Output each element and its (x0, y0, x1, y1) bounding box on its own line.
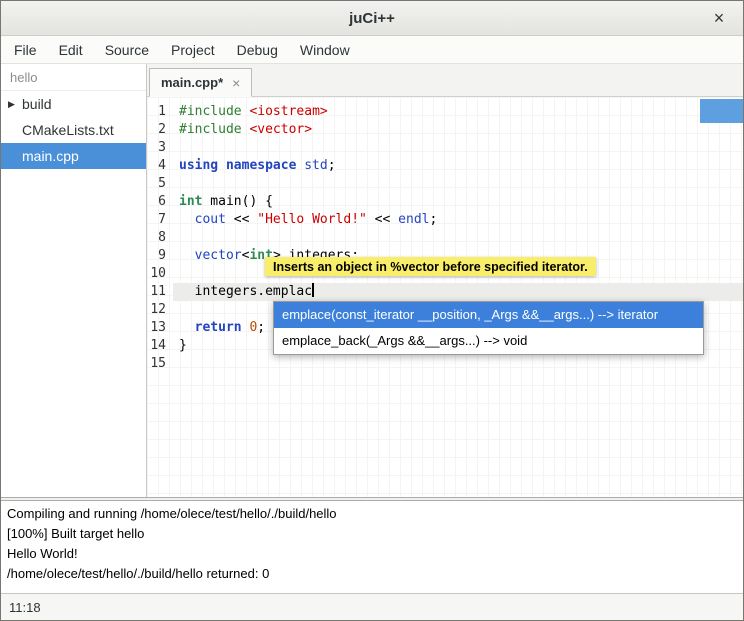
text-cursor (312, 283, 314, 297)
line-number: 14 (147, 337, 173, 355)
code-line-text: int main() { (173, 193, 743, 211)
menu-source[interactable]: Source (94, 36, 160, 63)
tab-main-cpp-[interactable]: main.cpp* × (149, 68, 252, 97)
code-line: 11 integers.emplac (147, 283, 743, 301)
code-line: 1#include <iostream> (147, 103, 743, 121)
line-number: 5 (147, 175, 173, 193)
code-line: 2#include <vector> (147, 121, 743, 139)
code-line: 3 (147, 139, 743, 157)
code-editor[interactable]: 1#include <iostream>2#include <vector>34… (147, 97, 743, 497)
window-titlebar: juCi++ × (1, 1, 743, 36)
terminal-output[interactable]: Compiling and running /home/olece/test/h… (1, 501, 743, 593)
code-line-text (173, 229, 743, 247)
code-line-text (173, 175, 743, 193)
code-line-text: integers.emplac (173, 283, 743, 301)
scrollbar-thumb[interactable] (700, 99, 743, 123)
line-number: 12 (147, 301, 173, 319)
menu-debug[interactable]: Debug (226, 36, 289, 63)
sidebar-item-main-cpp[interactable]: main.cpp (1, 143, 146, 169)
tree-item-label: main.cpp (22, 148, 79, 164)
file-tree: ▶build CMakeLists.txt main.cpp (1, 91, 146, 169)
window-title: juCi++ (349, 10, 395, 27)
line-number: 15 (147, 355, 173, 373)
menu-window[interactable]: Window (289, 36, 361, 63)
status-bar: 11:18 (1, 593, 743, 620)
tree-item-label: CMakeLists.txt (22, 122, 114, 138)
autocomplete-popup: emplace(const_iterator __position, _Args… (273, 301, 704, 355)
code-line-text (173, 139, 743, 157)
line-number: 11 (147, 283, 173, 301)
editor-column: main.cpp* × 1#include <iostream>2#include… (147, 64, 743, 497)
app-window: juCi++ × FileEditSourceProjectDebugWindo… (0, 0, 744, 621)
menu-project[interactable]: Project (160, 36, 226, 63)
terminal-line: [100%] Built target hello (7, 524, 737, 544)
menubar: FileEditSourceProjectDebugWindow (1, 36, 743, 64)
sidebar-item-cmakelists-txt[interactable]: CMakeLists.txt (1, 117, 146, 143)
code-line: 15 (147, 355, 743, 373)
cursor-position: 11:18 (9, 600, 41, 615)
code-line-text: cout << "Hello World!" << endl; (173, 211, 743, 229)
tree-item-label: build (22, 96, 52, 112)
code-line: 8 (147, 229, 743, 247)
terminal-line: Hello World! (7, 544, 737, 564)
code-line: 7 cout << "Hello World!" << endl; (147, 211, 743, 229)
menu-file[interactable]: File (3, 36, 48, 63)
tab-bar: main.cpp* × (147, 64, 743, 97)
sidebar-item-build[interactable]: ▶build (1, 91, 146, 117)
tab-label: main.cpp* (161, 75, 223, 90)
line-number: 6 (147, 193, 173, 211)
code-line: 4using namespace std; (147, 157, 743, 175)
code-line: 6int main() { (147, 193, 743, 211)
terminal-line: /home/olece/test/hello/./build/hello ret… (7, 564, 737, 584)
main-area: hello ▶build CMakeLists.txt main.cpp main.… (1, 64, 743, 497)
close-tab-icon[interactable]: × (232, 75, 240, 91)
line-number: 1 (147, 103, 173, 121)
close-window-icon[interactable]: × (705, 1, 733, 36)
file-sidebar: hello ▶build CMakeLists.txt main.cpp (1, 64, 147, 497)
line-number: 2 (147, 121, 173, 139)
code-line: 5 (147, 175, 743, 193)
code-line-text: #include <vector> (173, 121, 743, 139)
code-line-text: using namespace std; (173, 157, 743, 175)
code-line-text (173, 355, 743, 373)
line-number: 3 (147, 139, 173, 157)
doc-tooltip: Inserts an object in %vector before spec… (265, 257, 596, 276)
autocomplete-item[interactable]: emplace_back(_Args &&__args...) --> void (274, 328, 703, 354)
line-number: 10 (147, 265, 173, 283)
autocomplete-item[interactable]: emplace(const_iterator __position, _Args… (274, 302, 703, 328)
expander-arrow-icon[interactable]: ▶ (8, 99, 22, 110)
line-number: 7 (147, 211, 173, 229)
menu-edit[interactable]: Edit (48, 36, 94, 63)
code-line-text: #include <iostream> (173, 103, 743, 121)
terminal-line: Compiling and running /home/olece/test/h… (7, 504, 737, 524)
line-number: 9 (147, 247, 173, 265)
line-number: 8 (147, 229, 173, 247)
line-number: 13 (147, 319, 173, 337)
project-label: hello (1, 64, 146, 91)
line-number: 4 (147, 157, 173, 175)
